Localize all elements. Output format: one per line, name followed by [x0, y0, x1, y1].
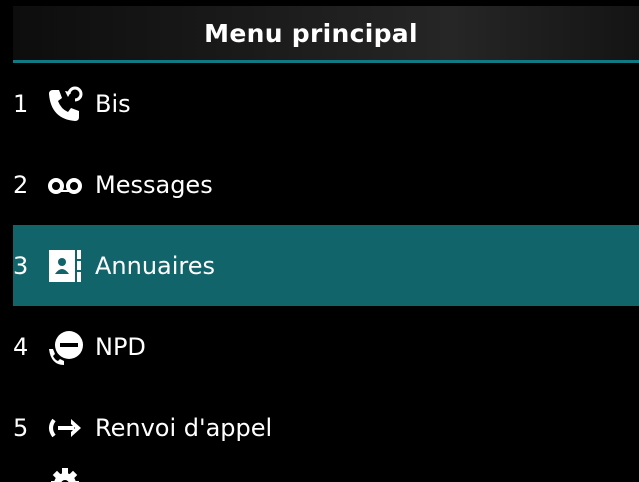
menu-item-bis[interactable]: 1 Bis	[13, 63, 639, 144]
main-menu: 1 Bis 2 Messages 3 Annuaires 4 NPD 5 Ren…	[13, 63, 639, 468]
voicemail-icon	[43, 163, 87, 207]
menu-item-label: Messages	[95, 170, 213, 199]
redial-icon	[43, 82, 87, 126]
menu-item-number: 5	[13, 413, 29, 442]
menu-item-number: 2	[13, 170, 29, 199]
menu-item-number: 4	[13, 332, 29, 361]
phone-screen: Menu principal 1 Bis 2 Messages 3 Annuai…	[13, 0, 639, 482]
menu-item-messages[interactable]: 2 Messages	[13, 144, 639, 225]
menu-item-npd[interactable]: 4 NPD	[13, 306, 639, 387]
settings-icon	[43, 462, 87, 482]
menu-item-number: 1	[13, 89, 29, 118]
menu-item-partial[interactable]	[13, 468, 639, 482]
menu-item-number: 3	[13, 251, 29, 280]
menu-item-label: Annuaires	[95, 251, 216, 280]
menu-item-renvoi-appel[interactable]: 5 Renvoi d'appel	[13, 387, 639, 468]
page-title: Menu principal	[204, 18, 418, 48]
do-not-disturb-icon	[43, 325, 87, 369]
menu-item-label: Bis	[95, 89, 131, 118]
call-forward-icon	[43, 406, 87, 450]
menu-item-label: NPD	[95, 332, 146, 361]
directory-icon	[43, 244, 87, 288]
menu-item-label: Renvoi d'appel	[95, 413, 273, 442]
menu-item-annuaires[interactable]: 3 Annuaires	[13, 225, 639, 306]
title-bar: Menu principal	[13, 6, 639, 60]
